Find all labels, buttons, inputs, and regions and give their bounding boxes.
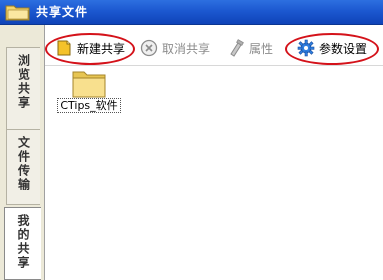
cancel-share-label: 取消共享 [162, 41, 211, 56]
tab-browse-share[interactable]: 浏览共享 [6, 47, 40, 141]
toolbar-divider [45, 65, 383, 66]
title-bar[interactable]: 共享文件 [0, 0, 383, 25]
folder-name: CTips_软件 [57, 98, 121, 113]
gear-icon [297, 39, 315, 57]
tab-label: 浏览共享 [16, 54, 31, 110]
new-share-button[interactable]: 新建共享 [55, 37, 125, 59]
new-share-label: 新建共享 [77, 41, 126, 56]
settings-label: 参数设置 [319, 41, 368, 56]
cancel-share-button[interactable]: 取消共享 [140, 37, 210, 59]
toolbar: 新建共享 取消共享 属性 参数设置 [45, 33, 383, 63]
settings-button[interactable]: 参数设置 [297, 37, 367, 59]
folder-item[interactable]: CTips_软件 [51, 68, 127, 120]
properties-label: 属性 [249, 41, 274, 56]
side-tab-pane: 浏览共享 文件传输 我的共享 [0, 25, 45, 280]
new-file-icon [55, 39, 73, 57]
cancel-icon [140, 39, 158, 57]
folder-icon [51, 68, 127, 98]
tab-file-transfer[interactable]: 文件传输 [6, 129, 40, 205]
properties-icon [227, 39, 245, 57]
tab-label: 我的共享 [16, 214, 30, 270]
content-area: 新建共享 取消共享 属性 参数设置 CTips_软件 [45, 25, 383, 280]
folder-icon [5, 3, 31, 21]
tab-my-share[interactable]: 我的共享 [4, 207, 41, 280]
window-title: 共享文件 [36, 5, 89, 19]
tab-label: 文件传输 [16, 136, 31, 192]
properties-button[interactable]: 属性 [227, 37, 273, 59]
